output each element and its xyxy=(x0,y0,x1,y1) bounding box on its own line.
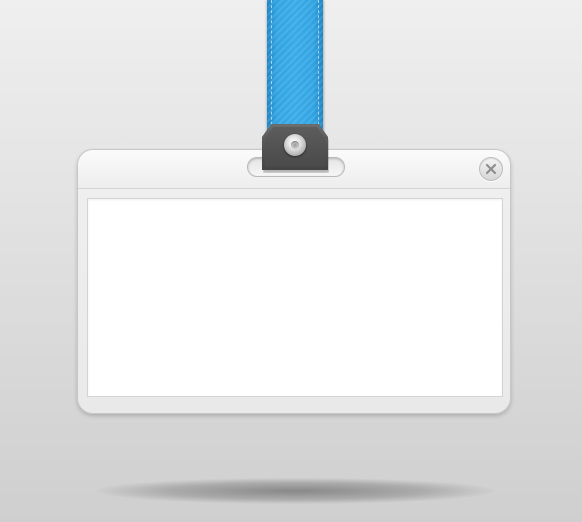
id-badge-holder xyxy=(77,149,511,414)
lanyard-stitch-right xyxy=(318,0,319,140)
rivet-icon xyxy=(284,134,306,156)
close-button[interactable] xyxy=(479,157,503,181)
lanyard-stitch-left xyxy=(271,0,272,140)
lanyard-strap xyxy=(267,0,323,140)
badge-content-window xyxy=(87,198,503,397)
lanyard-clip xyxy=(262,124,328,170)
badge-floor-shadow xyxy=(95,478,495,504)
close-circle-icon xyxy=(485,163,497,175)
